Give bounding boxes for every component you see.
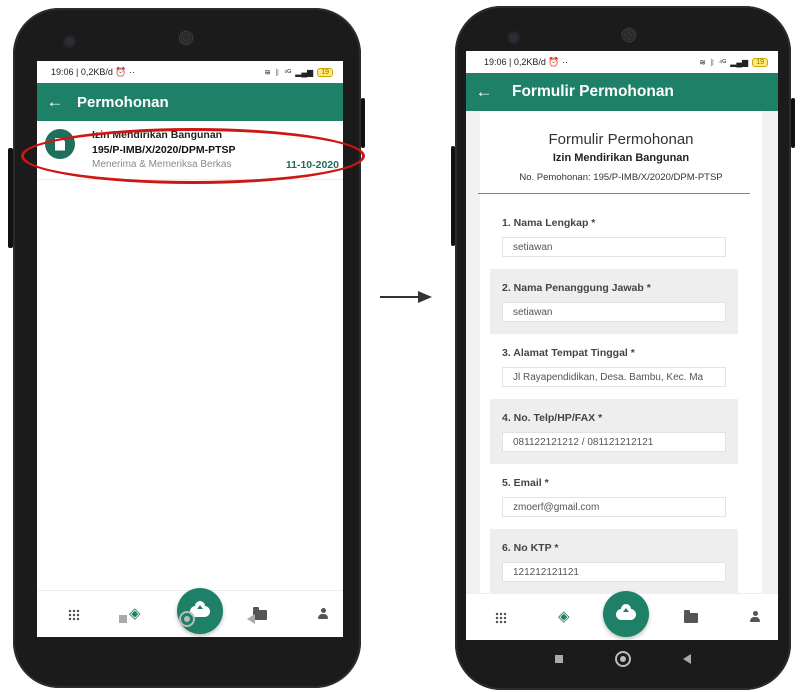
person-icon[interactable] [749, 611, 761, 623]
form-title: Formulir Permohonan [548, 131, 694, 148]
wifi-icon: ≋ [699, 57, 706, 67]
grid-icon[interactable] [495, 612, 507, 624]
telp-input[interactable]: 081122121212 / 081121212121 [502, 432, 726, 452]
page-title: Formulir Permohonan [512, 83, 674, 100]
status-time: 19:06 | 0,2KB/d ⏰ ·· [484, 56, 569, 67]
field-label: 3. Alamat Tempat Tinggal * [502, 347, 635, 359]
alarm-icon: ⏰ [548, 56, 560, 67]
right-phone: 19:06 | 0,2KB/d ⏰ ·· ≋ ᛒ ⁴ᴳ ▂▄▆ 19 ← For… [451, 6, 795, 690]
application-number: No. Pemohonan: 195/P-IMB/X/2020/DPM-PTSP [519, 172, 723, 183]
alarm-icon: ⏰ [115, 66, 127, 77]
left-phone: 19:06 | 0,2KB/d ⏰ ·· ≋ ᛒ ⁴ᴳ ▂▄▆ 19 ← Per… [8, 8, 365, 688]
recents-button[interactable] [119, 615, 127, 623]
network-label: ⁴ᴳ [718, 57, 727, 67]
battery-icon: 19 [752, 57, 768, 67]
wifi-icon: ≋ [264, 67, 271, 77]
cloud-upload-icon [616, 603, 636, 620]
volume-button [451, 146, 455, 246]
system-navigation [455, 651, 791, 667]
field-email: 5. Email * zmoerf@gmail.com [490, 464, 738, 529]
field-nama-penanggung-jawab: 2. Nama Penanggung Jawab * setiawan [490, 269, 738, 334]
page-title: Permohonan [77, 93, 169, 111]
home-button[interactable] [179, 611, 195, 627]
bluetooth-icon: ᛒ [710, 57, 715, 67]
battery-icon: 19 [317, 67, 333, 77]
field-label: 4. No. Telp/HP/FAX * [502, 412, 603, 424]
field-telp: 4. No. Telp/HP/FAX * 081122121212 / 0811… [490, 399, 738, 464]
earpiece-speaker [621, 27, 637, 43]
signal-icon: ▂▄▆ [730, 57, 749, 67]
form-subtitle: Izin Mendirikan Bangunan [552, 152, 690, 164]
status-icons: ≋ ᛒ ⁴ᴳ ▂▄▆ 19 [699, 57, 768, 67]
email-input[interactable]: zmoerf@gmail.com [502, 497, 726, 517]
field-nama-lengkap: 1. Nama Lengkap * setiawan [490, 204, 738, 269]
field-label: 6. No KTP * [502, 542, 559, 554]
upload-fab-button[interactable] [603, 591, 649, 637]
status-icons: ≋ ᛒ ⁴ᴳ ▂▄▆ 19 [264, 67, 333, 77]
field-label: 1. Nama Lengkap * [502, 217, 596, 229]
front-camera [509, 33, 518, 42]
highlight-ellipse [21, 128, 365, 184]
front-camera [65, 37, 74, 46]
form-divider [478, 193, 750, 194]
arrow-left-icon[interactable]: ← [37, 92, 73, 112]
alamat-input[interactable]: Jl Rayapendidikan, Desa. Bambu, Kec. Ma [502, 367, 726, 387]
field-label: 2. Nama Penanggung Jawab * [502, 282, 651, 294]
field-ktp: 6. No KTP * 121212121121 [490, 529, 738, 594]
volume-button [8, 148, 13, 248]
app-bar: ← Permohonan [37, 83, 343, 121]
arrow-head [418, 291, 432, 303]
power-button [791, 98, 795, 148]
system-navigation [13, 611, 361, 627]
recents-button[interactable] [555, 655, 563, 663]
folder-icon[interactable] [684, 610, 698, 623]
back-button[interactable] [683, 654, 691, 664]
bluetooth-icon: ᛒ [275, 67, 280, 77]
signal-icon: ▂▄▆ [295, 67, 314, 77]
ktp-input[interactable]: 121212121121 [502, 562, 726, 582]
field-alamat: 3. Alamat Tempat Tinggal * Jl Rayapendid… [490, 334, 738, 399]
folder-shape [684, 610, 698, 623]
nama-lengkap-input[interactable]: setiawan [502, 237, 726, 257]
status-bar: 19:06 | 0,2KB/d ⏰ ·· ≋ ᛒ ⁴ᴳ ▂▄▆ 19 [37, 61, 343, 83]
status-time: 19:06 | 0,2KB/d ⏰ ·· [51, 66, 136, 77]
arrow-line [380, 296, 420, 298]
status-bar: 19:06 | 0,2KB/d ⏰ ·· ≋ ᛒ ⁴ᴳ ▂▄▆ 19 [466, 51, 778, 73]
transition-arrow [380, 291, 432, 303]
network-label: ⁴ᴳ [283, 67, 292, 77]
power-button [361, 98, 365, 148]
field-label: 5. Email * [502, 477, 549, 489]
penanggung-jawab-input[interactable]: setiawan [502, 302, 726, 322]
person-shape [749, 611, 761, 623]
app-bar: ← Formulir Permohonan [466, 73, 778, 111]
form-area: Formulir Permohonan Izin Mendirikan Bang… [466, 111, 778, 640]
arrow-left-icon[interactable]: ← [466, 82, 502, 102]
back-button[interactable] [247, 614, 255, 624]
home-button[interactable] [615, 651, 631, 667]
right-screen: 19:06 | 0,2KB/d ⏰ ·· ≋ ᛒ ⁴ᴳ ▂▄▆ 19 ← For… [466, 51, 778, 640]
earpiece-speaker [178, 30, 194, 46]
layers-icon[interactable]: ◈ [558, 607, 570, 625]
